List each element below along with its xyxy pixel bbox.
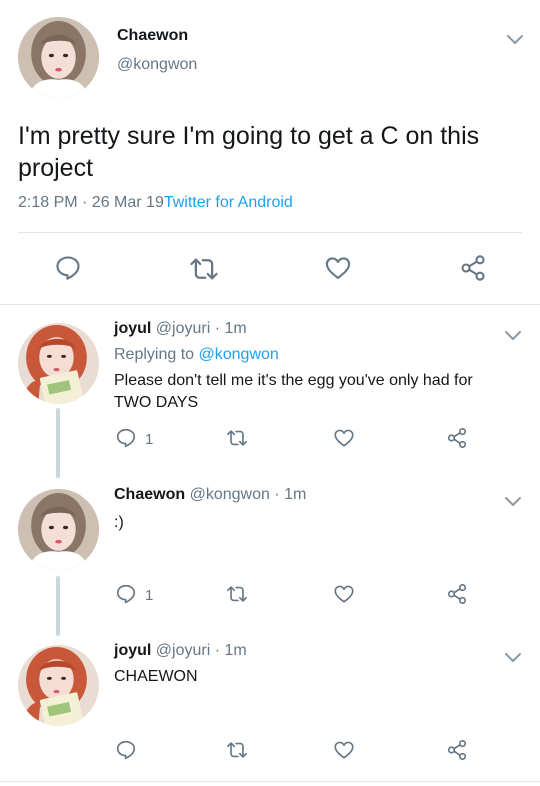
reply-count: 1 (145, 431, 154, 448)
replying-to-label: Replying to (114, 346, 195, 363)
thread-line (56, 576, 60, 636)
reply-count: 1 (145, 587, 154, 604)
author-name[interactable]: Chaewon (117, 27, 188, 45)
replying-to: Replying to @kongwon (114, 346, 279, 364)
tweet-text-line: I'm pretty sure I'm going to get a C on … (18, 122, 480, 150)
tweet-source[interactable]: Twitter for Android (164, 194, 293, 211)
reply-header: joyul @joyuri · 1m (114, 320, 247, 338)
avatar[interactable] (18, 17, 99, 98)
reply-icon[interactable] (115, 739, 137, 761)
reply-time: · 1m (274, 486, 307, 503)
share-icon[interactable] (459, 254, 487, 282)
chevron-down-icon[interactable] (506, 34, 524, 46)
share-icon[interactable] (446, 427, 468, 449)
retweet-icon[interactable] (226, 427, 248, 449)
tweet-text: CHAEWON (114, 668, 198, 685)
reply-icon[interactable] (115, 583, 137, 605)
tweet-text: :) (114, 514, 124, 531)
tweet-meta: 2:18 PM · 26 Mar 19Twitter for Android (18, 194, 293, 212)
author-handle[interactable]: @kongwon (117, 56, 197, 74)
divider (0, 781, 540, 782)
divider (0, 304, 540, 305)
tweet-text-line: project (18, 154, 94, 182)
like-icon[interactable] (333, 739, 355, 761)
avatar[interactable] (18, 645, 99, 726)
retweet-icon[interactable] (226, 739, 248, 761)
reply-header: joyul @joyuri · 1m (114, 642, 247, 660)
avatar[interactable] (18, 489, 99, 570)
author-name[interactable]: joyul (114, 642, 151, 659)
chevron-down-icon[interactable] (504, 496, 522, 508)
share-icon[interactable] (446, 739, 468, 761)
tweet-timestamp[interactable]: 2:18 PM · 26 Mar 19 (18, 194, 164, 211)
tweet-text-line: TWO DAYS (114, 394, 199, 411)
like-icon[interactable] (324, 254, 352, 282)
retweet-icon[interactable] (226, 583, 248, 605)
like-icon[interactable] (333, 427, 355, 449)
author-name[interactable]: Chaewon (114, 486, 185, 503)
avatar[interactable] (18, 323, 99, 404)
share-icon[interactable] (446, 583, 468, 605)
like-icon[interactable] (333, 583, 355, 605)
author-name[interactable]: joyul (114, 320, 151, 337)
author-handle[interactable]: @kongwon (190, 486, 270, 503)
reply-time: · 1m (214, 642, 247, 659)
tweet-text: Please don't tell me it's the egg you've… (114, 370, 473, 414)
reply-time: · 1m (214, 320, 247, 337)
tweet-text: I'm pretty sure I'm going to get a C on … (18, 120, 479, 184)
chevron-down-icon[interactable] (504, 330, 522, 342)
reply-header: Chaewon @kongwon · 1m (114, 486, 306, 504)
reply-icon[interactable] (54, 254, 82, 282)
replying-to-handle[interactable]: @kongwon (199, 346, 279, 363)
retweet-icon[interactable] (189, 254, 219, 284)
reply-icon[interactable] (115, 427, 137, 449)
author-handle[interactable]: @joyuri (156, 642, 210, 659)
divider (18, 232, 522, 233)
chevron-down-icon[interactable] (504, 652, 522, 664)
author-handle[interactable]: @joyuri (156, 320, 210, 337)
tweet-text-line: Please don't tell me it's the egg you've… (114, 372, 473, 389)
thread-line (56, 408, 60, 478)
